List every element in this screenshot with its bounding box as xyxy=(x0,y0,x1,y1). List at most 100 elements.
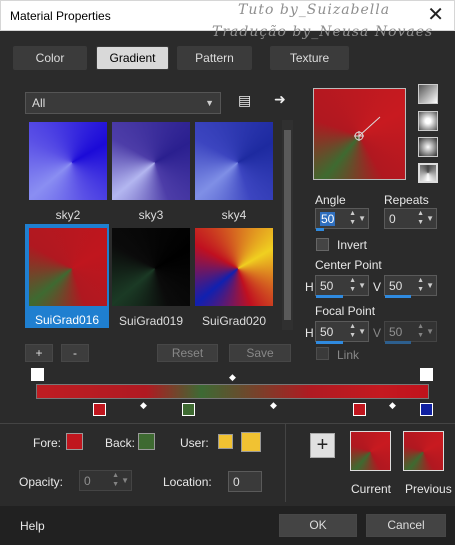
fore-color-swatch[interactable] xyxy=(66,433,83,450)
previous-label: Previous xyxy=(405,482,452,496)
link-checkbox[interactable] xyxy=(316,347,329,360)
gradient-name-selected: SuiGrad016 xyxy=(25,313,109,328)
tab-color[interactable]: Color xyxy=(13,46,87,70)
color-stop-2[interactable] xyxy=(182,403,195,416)
center-h-stepper[interactable]: 50 ▲ ▼ ▼ xyxy=(315,275,369,298)
gradient-item-suigrad016[interactable] xyxy=(29,228,107,310)
center-v-slider-bar[interactable] xyxy=(385,295,411,298)
angle-slider-bar[interactable] xyxy=(316,228,324,231)
chevron-up-icon[interactable]: ▲ xyxy=(349,277,356,284)
center-v-stepper[interactable]: 50 ▲ ▼ ▼ xyxy=(384,275,437,298)
transparency-midpoint[interactable]: ◆ xyxy=(229,372,236,383)
back-color-swatch[interactable] xyxy=(138,433,155,450)
current-label: Current xyxy=(351,482,392,496)
dropdown-icon[interactable]: ▼ xyxy=(358,214,366,223)
gradient-swatch xyxy=(195,228,273,306)
chevron-down-icon[interactable]: ▼ xyxy=(112,481,119,488)
dropdown-icon[interactable]: ▼ xyxy=(426,281,434,290)
opacity-stepper[interactable]: 0 ▲ ▼ ▼ xyxy=(79,470,132,491)
gradient-swatch xyxy=(29,228,107,306)
center-v-value: 50 xyxy=(389,279,403,293)
gradient-item-suigrad020[interactable] xyxy=(195,228,273,310)
location-label: Location: xyxy=(163,475,212,489)
view-options-icon[interactable]: ▤ xyxy=(238,92,251,109)
save-button[interactable]: Save xyxy=(229,344,291,362)
color-midpoint-1[interactable]: ◆ xyxy=(140,400,147,411)
location-input[interactable]: 0 xyxy=(228,471,262,492)
chevron-down-icon[interactable]: ▼ xyxy=(417,332,424,339)
chevron-up-icon[interactable]: ▲ xyxy=(417,277,424,284)
gradient-editor-bar[interactable] xyxy=(36,384,429,399)
link-label: Link xyxy=(337,348,360,362)
tab-texture[interactable]: Texture xyxy=(270,46,349,70)
back-label: Back: xyxy=(105,436,136,450)
chevron-up-icon[interactable]: ▲ xyxy=(417,210,424,217)
transparency-stop-start[interactable] xyxy=(31,368,44,381)
center-h-slider-bar[interactable] xyxy=(316,295,343,298)
angle-stepper[interactable]: 50 ▲ ▼ ▼ xyxy=(315,208,369,231)
color-midpoint-3[interactable]: ◆ xyxy=(389,400,396,411)
repeats-stepper[interactable]: 0 ▲ ▼ ▼ xyxy=(384,208,437,229)
gradient-name: SuiGrad019 xyxy=(118,314,184,328)
linear-style-icon[interactable] xyxy=(418,84,438,104)
tab-pattern[interactable]: Pattern xyxy=(177,46,252,70)
user-color-small[interactable] xyxy=(218,434,233,449)
scrollbar-thumb[interactable] xyxy=(284,130,291,320)
sunburst-style-icon[interactable] xyxy=(418,137,438,157)
dropdown-icon[interactable]: ▼ xyxy=(426,214,434,223)
radial-style-icon[interactable] xyxy=(418,163,438,183)
gradient-item-sky2[interactable] xyxy=(29,122,107,204)
help-link[interactable]: Help xyxy=(20,519,45,533)
color-stop-3[interactable] xyxy=(353,403,366,416)
chevron-up-icon[interactable]: ▲ xyxy=(417,323,424,330)
chevron-up-icon[interactable]: ▲ xyxy=(349,210,356,217)
rectangular-style-icon[interactable] xyxy=(418,111,438,131)
gradient-preview[interactable] xyxy=(313,88,406,180)
gradient-list-scrollbar[interactable] xyxy=(282,120,293,330)
chevron-down-icon[interactable]: ▼ xyxy=(349,286,356,293)
focal-v-slider-bar[interactable] xyxy=(385,341,411,344)
chevron-down-icon[interactable]: ▼ xyxy=(349,332,356,339)
angle-label: Angle xyxy=(315,193,346,207)
dropdown-icon[interactable]: ▼ xyxy=(121,476,129,485)
arrow-right-icon[interactable]: ➜ xyxy=(274,91,286,108)
gradient-item-sky4[interactable] xyxy=(195,122,273,204)
invert-checkbox[interactable] xyxy=(316,238,329,251)
chevron-up-icon[interactable]: ▲ xyxy=(349,323,356,330)
chevron-down-icon[interactable]: ▼ xyxy=(417,219,424,226)
chevron-down-icon[interactable]: ▼ xyxy=(417,286,424,293)
user-color-swatch[interactable] xyxy=(241,432,261,452)
chevron-up-icon[interactable]: ▲ xyxy=(112,472,119,479)
ok-button[interactable]: OK xyxy=(279,514,357,537)
focal-h-slider-bar[interactable] xyxy=(316,341,343,344)
dropdown-icon[interactable]: ▼ xyxy=(358,327,366,336)
color-stop-4[interactable] xyxy=(420,403,433,416)
add-swatch-button[interactable]: + xyxy=(310,433,335,458)
add-gradient-button[interactable]: + xyxy=(25,344,53,362)
color-midpoint-2[interactable]: ◆ xyxy=(270,400,277,411)
dropdown-icon[interactable]: ▼ xyxy=(358,281,366,290)
previous-preview[interactable] xyxy=(403,431,444,471)
angle-handle-icon xyxy=(354,116,381,141)
cancel-button[interactable]: Cancel xyxy=(366,514,446,537)
gradient-swatch xyxy=(195,122,273,200)
focal-h-value: 50 xyxy=(320,325,334,339)
gradient-item-sky3[interactable] xyxy=(112,122,190,204)
repeats-value: 0 xyxy=(389,212,396,226)
chevron-down-icon[interactable]: ▼ xyxy=(349,219,356,226)
close-icon[interactable]: ✕ xyxy=(427,4,444,26)
focal-h-stepper[interactable]: 50 ▲ ▼ ▼ xyxy=(315,321,369,344)
fore-label: Fore: xyxy=(33,436,62,450)
gradient-list: sky2 sky3 sky4 SuiGrad016 SuiGrad019 Sui… xyxy=(25,120,280,330)
focal-v-stepper[interactable]: 50 ▲ ▼ ▼ xyxy=(384,321,437,344)
dropdown-icon[interactable]: ▼ xyxy=(426,327,434,336)
gradient-item-suigrad019[interactable] xyxy=(112,228,190,310)
remove-gradient-button[interactable]: - xyxy=(61,344,89,362)
invert-label: Invert xyxy=(337,238,368,252)
transparency-stop-end[interactable] xyxy=(420,368,433,381)
category-dropdown[interactable]: All ▼ xyxy=(25,92,221,114)
color-stop-1[interactable] xyxy=(93,403,106,416)
reset-button[interactable]: Reset xyxy=(157,344,218,362)
tab-gradient[interactable]: Gradient xyxy=(96,46,169,70)
material-properties-dialog: { "window":{"title":"Material Properties… xyxy=(0,0,455,545)
